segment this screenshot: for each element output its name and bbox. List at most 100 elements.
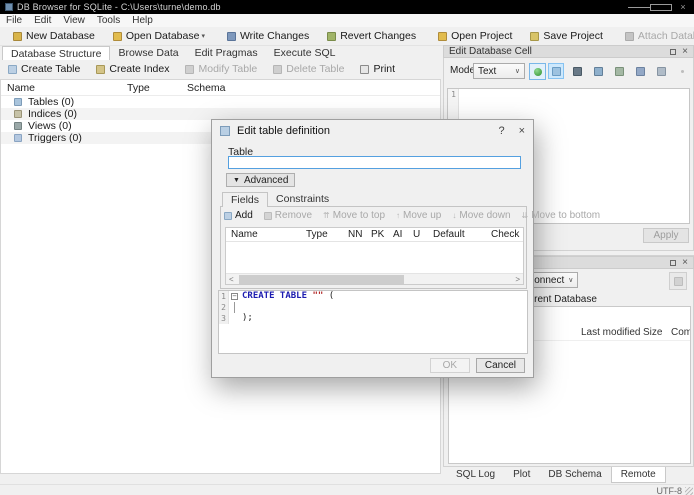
triggers-icon bbox=[14, 134, 22, 142]
window-title: DB Browser for SQLite - C:\Users\turne\d… bbox=[17, 2, 221, 12]
app-window: DB Browser for SQLite - C:\Users\turne\d… bbox=[0, 0, 694, 495]
close-panel-icon[interactable]: × bbox=[682, 46, 688, 57]
fullscreen-button[interactable] bbox=[653, 63, 669, 79]
word-wrap-button[interactable] bbox=[548, 63, 564, 79]
import-file-icon bbox=[593, 66, 603, 76]
close-button[interactable]: × bbox=[672, 0, 694, 14]
tree-column-type[interactable]: Type bbox=[127, 82, 150, 94]
scrollbar-thumb[interactable] bbox=[239, 275, 404, 284]
tree-column-schema[interactable]: Schema bbox=[187, 82, 226, 94]
move-to-top-button: ⇈ Move to top bbox=[323, 210, 386, 221]
undock-icon[interactable] bbox=[670, 48, 677, 55]
menu-tools[interactable]: Tools bbox=[91, 15, 126, 26]
remove-field-button: Remove bbox=[263, 210, 312, 221]
import-file-button[interactable] bbox=[590, 63, 606, 79]
undock-icon[interactable] bbox=[670, 259, 677, 266]
column-commit[interactable]: Commit bbox=[671, 327, 690, 338]
tab-database-structure[interactable]: Database Structure bbox=[2, 46, 111, 60]
sql-preview[interactable]: 1 − CREATE TABLE "" ( 2 3 ); bbox=[218, 290, 528, 354]
resize-grip-icon[interactable] bbox=[685, 487, 693, 495]
main-toolbar: New Database Open Database ▾ Write Chang… bbox=[0, 27, 694, 46]
dock-tabbar: SQL Log Plot DB Schema Remote bbox=[443, 467, 666, 483]
sql-line-3: 3 ); bbox=[219, 313, 527, 324]
col-ai[interactable]: AI bbox=[393, 229, 402, 240]
tab-fields[interactable]: Fields bbox=[222, 192, 269, 207]
open-database-icon bbox=[112, 31, 122, 41]
scroll-right-icon[interactable]: > bbox=[515, 274, 520, 285]
auto-mode-button[interactable] bbox=[529, 63, 546, 80]
col-type[interactable]: Type bbox=[306, 229, 328, 240]
dialog-close-button[interactable]: × bbox=[519, 125, 525, 137]
column-last-modified[interactable]: Last modified bbox=[581, 327, 640, 338]
menu-edit[interactable]: Edit bbox=[28, 15, 57, 26]
col-check[interactable]: Check bbox=[491, 229, 519, 240]
add-field-button[interactable]: Add bbox=[224, 210, 253, 221]
menu-file[interactable]: File bbox=[0, 15, 28, 26]
cell-toolbar bbox=[548, 63, 694, 79]
open-database-dropdown-icon[interactable]: ▾ bbox=[201, 32, 205, 40]
dot-icon bbox=[680, 69, 684, 73]
export-file-button[interactable] bbox=[611, 63, 627, 79]
create-table-button[interactable]: Create Table bbox=[0, 60, 88, 79]
tree-header: Name Type Schema bbox=[1, 80, 440, 96]
tab-execute-sql[interactable]: Execute SQL bbox=[266, 46, 344, 60]
tab-db-schema[interactable]: DB Schema bbox=[539, 467, 610, 482]
move-down-icon: ↓ bbox=[452, 211, 457, 220]
maximize-button[interactable] bbox=[650, 0, 672, 14]
sql-line-2: 2 bbox=[219, 302, 527, 313]
minimize-button[interactable] bbox=[628, 0, 650, 14]
col-default[interactable]: Default bbox=[433, 229, 465, 240]
close-panel-icon[interactable]: × bbox=[682, 257, 688, 268]
dialog-help-button[interactable]: ? bbox=[498, 125, 504, 137]
fields-pane: Add Remove ⇈ Move to top ↑ Move up ↓ Mov… bbox=[220, 206, 600, 289]
tab-edit-pragmas[interactable]: Edit Pragmas bbox=[187, 46, 266, 60]
fields-toolbar: Add Remove ⇈ Move to top ↑ Move up ↓ Mov… bbox=[224, 210, 600, 221]
tree-row-tables[interactable]: Tables (0) bbox=[1, 96, 440, 108]
dialog-close-icon: × bbox=[518, 124, 525, 137]
set-null-button[interactable] bbox=[632, 63, 648, 79]
cancel-button[interactable]: Cancel bbox=[475, 358, 525, 373]
col-pk[interactable]: PK bbox=[371, 229, 384, 240]
tab-constraints[interactable]: Constraints bbox=[268, 192, 337, 207]
text-direction-button[interactable] bbox=[569, 63, 585, 79]
advanced-button[interactable]: ▼ Advanced bbox=[226, 173, 296, 187]
table-name-input[interactable] bbox=[228, 156, 521, 169]
tab-plot[interactable]: Plot bbox=[504, 467, 539, 482]
tab-remote[interactable]: Remote bbox=[610, 467, 666, 483]
create-index-icon bbox=[96, 64, 106, 74]
col-u[interactable]: U bbox=[413, 229, 420, 240]
column-size[interactable]: Size bbox=[643, 327, 662, 338]
tree-column-name[interactable]: Name bbox=[7, 82, 35, 94]
col-name[interactable]: Name bbox=[231, 229, 258, 240]
open-project-button[interactable]: Open Project bbox=[429, 27, 521, 46]
menu-view[interactable]: View bbox=[57, 15, 91, 26]
remote-refresh-button[interactable] bbox=[669, 272, 687, 290]
new-database-icon bbox=[13, 31, 22, 41]
col-nn[interactable]: NN bbox=[348, 229, 362, 240]
mode-select[interactable]: Text ∨ bbox=[473, 63, 525, 79]
tab-sql-log[interactable]: SQL Log bbox=[447, 467, 504, 482]
dialog-titlebar: Edit table definition ? × bbox=[212, 120, 533, 141]
fields-table-header: Name Type NN PK AI U Default Check bbox=[226, 228, 523, 242]
encoding-indicator[interactable]: UTF-8 bbox=[657, 486, 683, 495]
fields-table[interactable]: Name Type NN PK AI U Default Check < > bbox=[225, 227, 524, 285]
open-project-icon bbox=[438, 31, 448, 41]
revert-changes-button[interactable]: Revert Changes bbox=[318, 27, 425, 46]
fold-marker-icon[interactable]: − bbox=[231, 293, 238, 300]
open-database-button[interactable]: Open Database ▾ bbox=[104, 27, 214, 46]
word-wrap-icon bbox=[551, 66, 561, 76]
horizontal-scrollbar[interactable]: < > bbox=[226, 273, 523, 284]
write-changes-button[interactable]: Write Changes bbox=[218, 27, 318, 46]
new-database-button[interactable]: New Database bbox=[4, 27, 104, 46]
save-project-button[interactable]: Save Project bbox=[521, 27, 612, 46]
create-index-button[interactable]: Create Index bbox=[88, 60, 177, 79]
print-button[interactable]: Print bbox=[352, 60, 403, 79]
revert-changes-icon bbox=[327, 31, 337, 41]
scroll-left-icon[interactable]: < bbox=[229, 274, 234, 285]
remote-refresh-icon bbox=[673, 276, 683, 286]
modify-table-button: Modify Table bbox=[177, 60, 265, 79]
minimize-icon bbox=[628, 7, 650, 9]
menu-help[interactable]: Help bbox=[126, 15, 159, 26]
tab-browse-data[interactable]: Browse Data bbox=[110, 46, 186, 60]
move-to-top-icon: ⇈ bbox=[323, 211, 330, 220]
